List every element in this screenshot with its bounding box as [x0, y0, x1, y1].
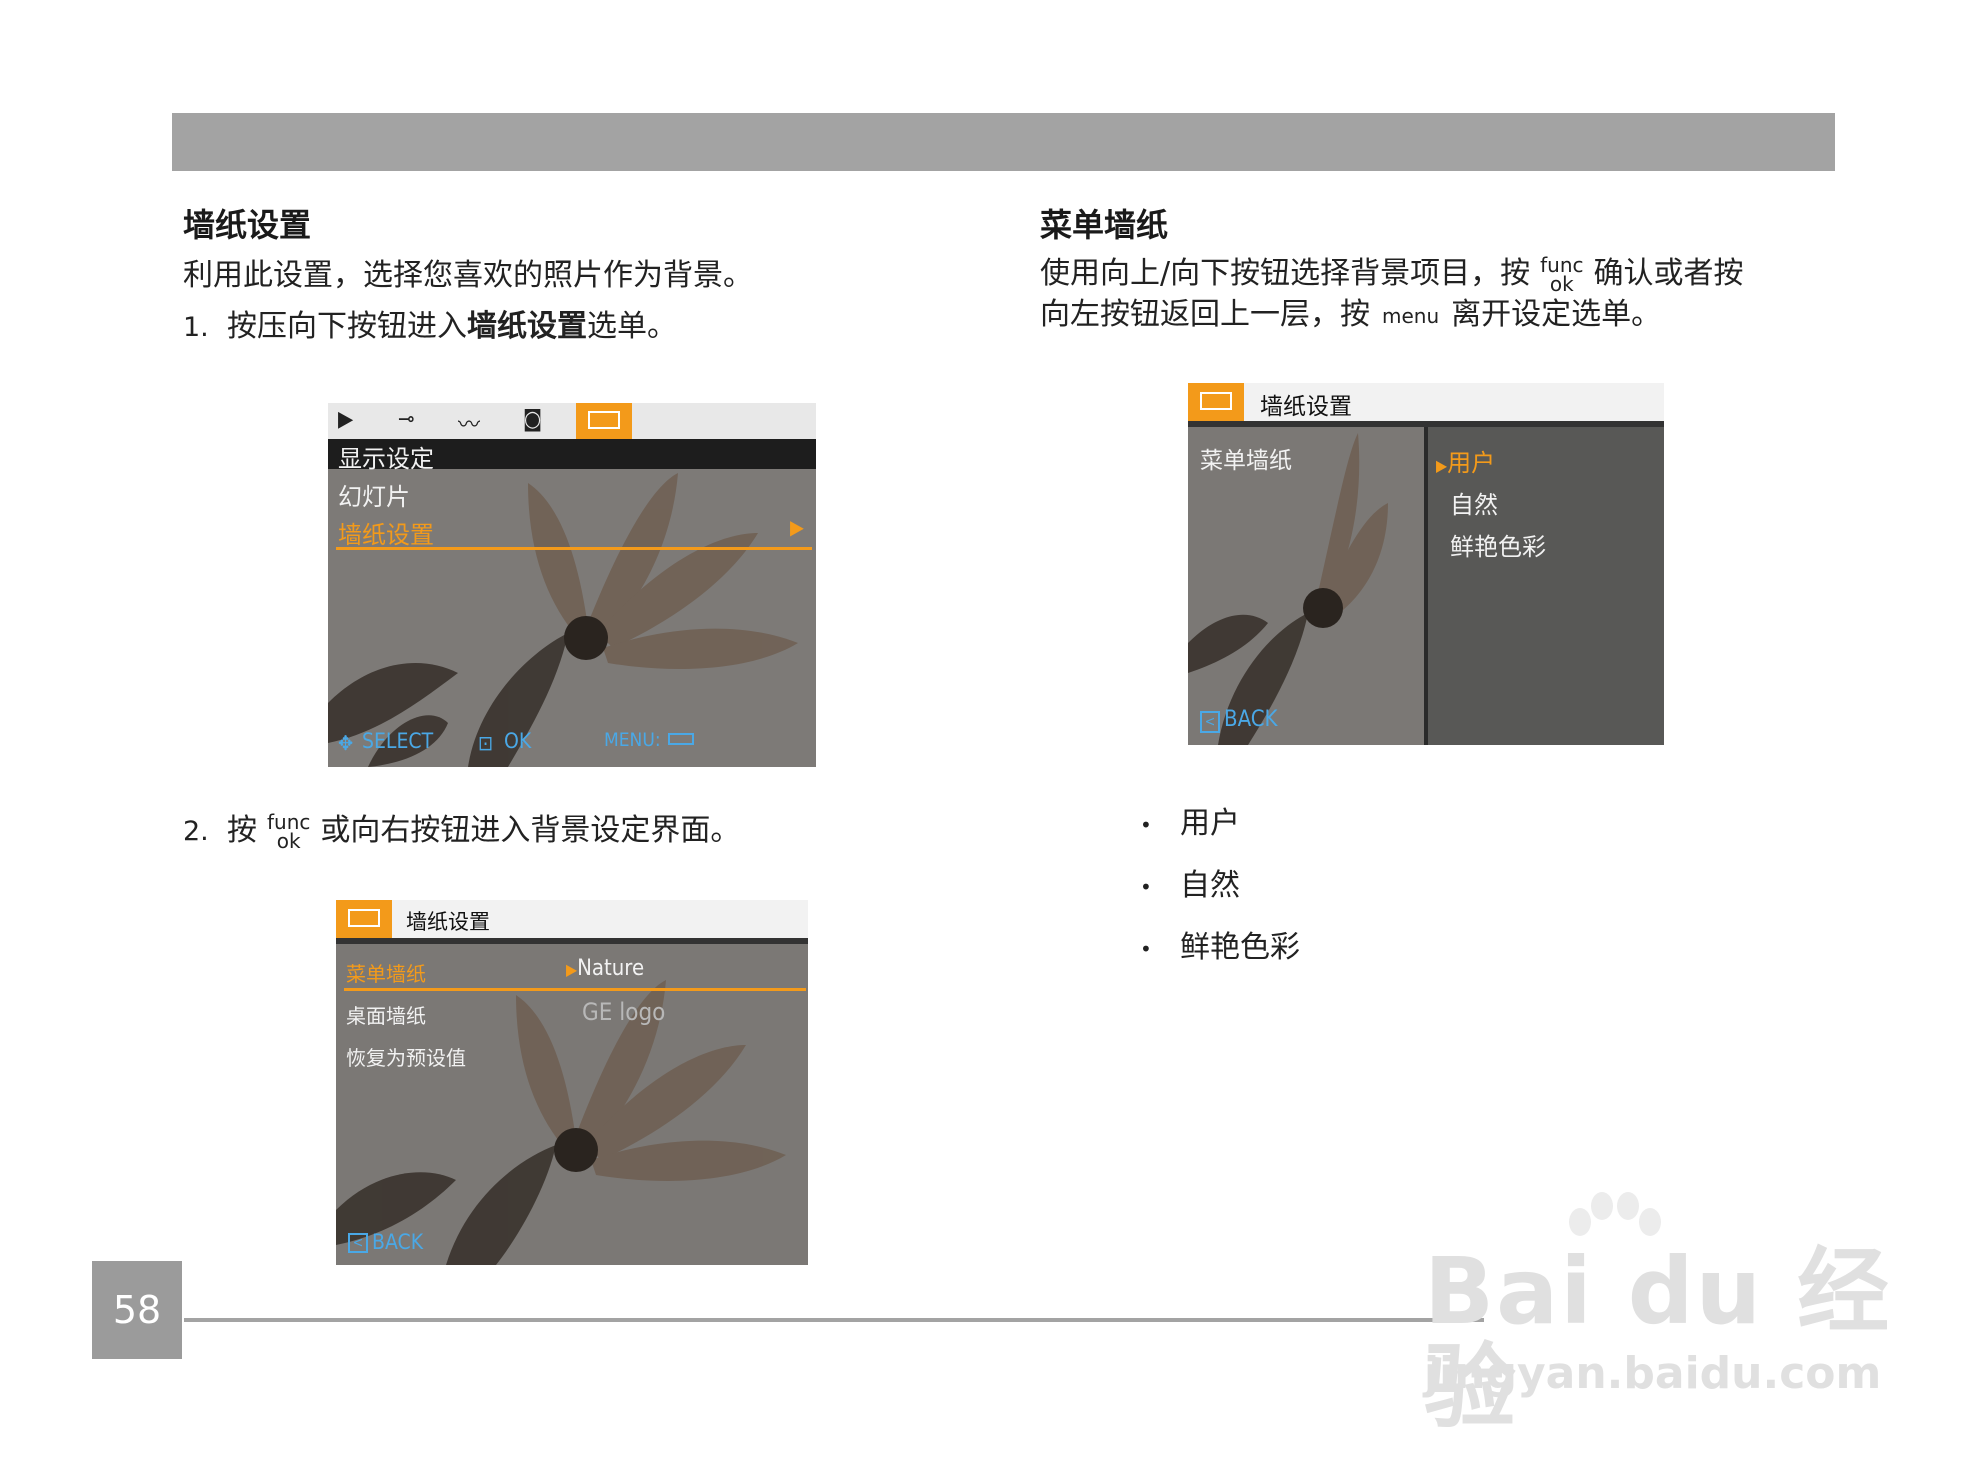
select-hint: SELECT [362, 729, 434, 753]
step-2: 2. 按 func ok 或向右按钮进入背景设定界面。 [183, 810, 740, 853]
return-icon [668, 733, 694, 745]
camera-screen-menu-wallpaper: 墙纸设置 菜单墙纸 ▶用户 自然 鲜艳色彩 < BACK [1188, 383, 1664, 745]
option-nature[interactable]: 自然 [1450, 485, 1498, 520]
option-user[interactable]: ▶用户 [1436, 443, 1495, 478]
selection-underline [344, 988, 806, 991]
screen-title: 墙纸设置 [406, 910, 490, 934]
back-hint: BACK [1224, 707, 1278, 732]
wave-icon[interactable]: 〰 [458, 407, 480, 439]
instruction-line-1: 使用向上/向下按钮选择背景项目，按 func ok 确认或者按 [1040, 252, 1744, 296]
flower-background-image [336, 900, 808, 1265]
func-ok-key-icon: func ok [1540, 252, 1584, 296]
menu-wallpaper-label: 菜单墙纸 [1200, 448, 1292, 474]
key-icon[interactable]: ⊸ [398, 407, 415, 432]
camera-screen-setup-menu: ▶ ⊸ 〰 ◙ 显示设定 幻灯片 墙纸设置 ▶ ✥ SELECT ⊡ OK ME… [328, 403, 816, 767]
header-bar [172, 113, 1835, 171]
back-arrow-icon: < [348, 1233, 368, 1253]
func-ok-key-icon: func ok [267, 809, 311, 853]
step-bold-text: 墙纸设置 [467, 309, 587, 344]
option-vivid[interactable]: 鲜艳色彩 [1450, 527, 1546, 562]
instruction-line-2: 向左按钮返回上一层，按 menu 离开设定选单。 [1040, 294, 1661, 337]
step-text: 按压向下按钮进入 [227, 309, 467, 344]
menu-wallpaper-label[interactable]: 菜单墙纸 [346, 958, 426, 987]
menu-item-wallpaper[interactable]: 墙纸设置 [338, 515, 434, 550]
menu-wallpaper-value[interactable]: ▶Nature [566, 956, 644, 981]
desktop-wallpaper-value: GE logo [582, 998, 666, 1026]
playback-icon[interactable]: ▶ [338, 407, 353, 432]
picture-icon [588, 411, 620, 429]
title-divider [336, 938, 808, 944]
page-number: 58 [92, 1261, 182, 1359]
intro-text: 利用此设置，选择您喜欢的照片作为背景。 [183, 258, 753, 293]
step-text: 按 [227, 813, 257, 848]
back-hint: BACK [372, 1230, 424, 1254]
step-text-end: 或向右按钮进入背景设定界面。 [320, 813, 741, 848]
back-arrow-icon: < [1200, 711, 1220, 733]
step-text-end: 选单。 [587, 309, 677, 344]
arrow-right-icon: ▶ [790, 515, 804, 539]
selection-underline [336, 547, 812, 550]
step-number: 1. [183, 312, 209, 343]
flower-background-image [1188, 383, 1664, 745]
footer-rule [184, 1318, 1484, 1322]
bullet-item-vivid: • 鲜艳色彩 [1140, 930, 1300, 965]
restore-defaults-label[interactable]: 恢复为预设值 [346, 1042, 466, 1071]
watermark-brand: Bai du 经验 [1424, 1238, 1892, 1441]
screen-title: 墙纸设置 [1260, 394, 1352, 420]
menu-key-icon: menu [1382, 303, 1440, 328]
section-title-wallpaper: 墙纸设置 [183, 206, 312, 244]
picture-icon [1200, 392, 1232, 410]
ok-button-icon: ⊡ [478, 731, 494, 755]
dpad-icon: ✥ [338, 731, 354, 755]
ok-hint: OK [504, 729, 532, 753]
camera-icon[interactable]: ◙ [523, 407, 542, 432]
watermark-url: jingyan.baidu.com [1424, 1348, 1882, 1399]
title-divider [1188, 421, 1664, 427]
desktop-wallpaper-label[interactable]: 桌面墙纸 [346, 1000, 426, 1029]
picture-icon [348, 909, 380, 927]
camera-screen-wallpaper-settings: 墙纸设置 菜单墙纸 ▶Nature 桌面墙纸 GE logo 恢复为预设值 < … [336, 900, 808, 1265]
menu-hint: MENU: [604, 729, 661, 751]
bullet-item-user: • 用户 [1140, 806, 1240, 841]
section-title-menu-wallpaper: 菜单墙纸 [1040, 206, 1169, 244]
menu-item-display-settings[interactable]: 显示设定 [338, 439, 434, 474]
bullet-item-nature: • 自然 [1140, 868, 1240, 903]
step-1: 1. 按压向下按钮进入墙纸设置选单。 [183, 306, 677, 349]
menu-item-slideshow[interactable]: 幻灯片 [338, 477, 410, 512]
step-number: 2. [183, 816, 209, 847]
